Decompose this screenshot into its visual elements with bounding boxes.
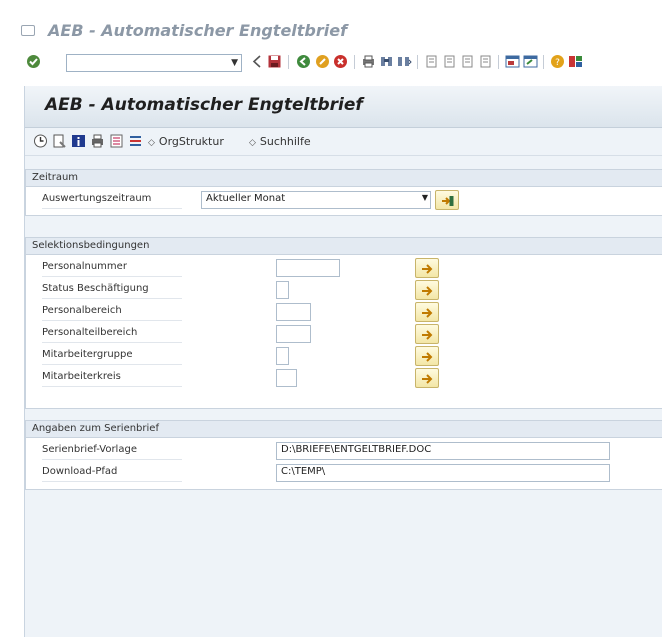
serienbrief-group: Angaben zum Serienbrief Serienbrief-Vorl… — [25, 420, 662, 490]
arrow-right-icon — [422, 264, 433, 274]
mitarbeitergruppe-label: Mitarbeitergruppe — [42, 348, 182, 365]
info-icon[interactable] — [71, 134, 86, 148]
find-icon[interactable] — [379, 54, 394, 69]
svg-text:?: ? — [555, 58, 560, 68]
print-icon[interactable] — [90, 134, 105, 148]
suchhilfe-button[interactable]: ◇ Suchhilfe — [249, 135, 311, 148]
system-toolbar: ▼ ? — [24, 49, 662, 83]
application-toolbar: ◇ OrgStruktur ◇ Suchhilfe — [25, 128, 662, 156]
selektion-group: Selektionsbedingungen Personalnummer Sta… — [25, 237, 662, 409]
help-icon[interactable]: ? — [550, 54, 565, 69]
chevron-down-icon[interactable]: ▼ — [231, 58, 238, 68]
separator — [498, 55, 499, 69]
diamond-icon: ◇ — [249, 138, 256, 148]
status-beschaeftigung-label: Status Beschäftigung — [42, 282, 182, 299]
cancel-icon[interactable] — [333, 54, 348, 69]
orgstruktur-label: OrgStruktur — [158, 135, 224, 148]
separator — [543, 55, 544, 69]
diamond-icon: ◇ — [148, 138, 155, 148]
window-title-bar: AEB - Automatischer Engteltbrief — [0, 0, 662, 46]
personalnummer-label: Personalnummer — [42, 260, 182, 277]
find-next-icon[interactable] — [397, 54, 412, 69]
next-page-icon[interactable] — [460, 54, 475, 69]
execute-icon[interactable] — [33, 134, 48, 148]
suchhilfe-label: Suchhilfe — [259, 135, 311, 148]
variant-icon[interactable] — [52, 134, 67, 148]
mitarbeiterkreis-input[interactable] — [276, 369, 297, 387]
selektion-header: Selektionsbedingungen — [26, 238, 662, 255]
personalbereich-label: Personalbereich — [42, 304, 182, 321]
arrow-right-icon — [422, 330, 433, 340]
shortcut-icon[interactable] — [523, 54, 538, 69]
personalteilbereich-label: Personalteilbereich — [42, 326, 182, 343]
previous-page-icon[interactable] — [442, 54, 457, 69]
window-icon — [21, 25, 35, 36]
orgstruktur-button[interactable]: ◇ OrgStruktur — [148, 135, 224, 148]
download-pfad-label: Download-Pfad — [42, 465, 182, 482]
first-page-icon[interactable] — [424, 54, 439, 69]
arrow-right-icon — [422, 308, 433, 318]
personalteilbereich-input[interactable] — [276, 325, 311, 343]
page-title: AEB - Automatischer Engteltbrief — [45, 95, 363, 115]
back-nav-icon[interactable] — [296, 54, 311, 69]
serienbrief-header: Angaben zum Serienbrief — [26, 421, 662, 438]
main-content: AEB - Automatischer Engteltbrief ◇ OrgStr… — [24, 86, 662, 637]
back-icon[interactable] — [250, 54, 265, 69]
exit-icon[interactable] — [315, 54, 330, 69]
zeitraum-group: Zeitraum Auswertungszeitraum Aktueller M… — [25, 169, 662, 216]
print-icon[interactable] — [361, 54, 376, 69]
title-band: AEB - Automatischer Engteltbrief — [25, 86, 662, 128]
last-page-icon[interactable] — [478, 54, 493, 69]
command-field[interactable]: ▼ — [66, 54, 242, 72]
layout-icon[interactable] — [128, 134, 143, 148]
personalbereich-input[interactable] — [276, 303, 311, 321]
status-beschaeftigung-input[interactable] — [276, 281, 289, 299]
personalnummer-input[interactable] — [276, 259, 340, 277]
window-title: AEB - Automatischer Engteltbrief — [48, 21, 348, 40]
auswertungszeitraum-label: Auswertungszeitraum — [42, 192, 182, 209]
arrow-right-icon — [422, 374, 433, 384]
mitarbeitergruppe-multi-button[interactable] — [415, 346, 439, 366]
zeitraum-header: Zeitraum — [26, 170, 662, 187]
personalbereich-multi-button[interactable] — [415, 302, 439, 322]
zeitraum-detail-button[interactable] — [435, 190, 459, 210]
auswertungszeitraum-value: Aktueller Monat — [206, 193, 286, 204]
mitarbeitergruppe-input[interactable] — [276, 347, 289, 365]
chevron-down-icon[interactable]: ▼ — [422, 193, 428, 202]
personalteilbereich-multi-button[interactable] — [415, 324, 439, 344]
arrow-right-icon — [422, 286, 433, 296]
multiple-selection-icon — [442, 196, 454, 206]
separator — [417, 55, 418, 69]
enter-check-icon[interactable] — [26, 54, 41, 69]
mitarbeiterkreis-multi-button[interactable] — [415, 368, 439, 388]
new-session-icon[interactable] — [505, 54, 520, 69]
customize-layout-icon[interactable] — [568, 54, 583, 69]
serienbrief-vorlage-label: Serienbrief-Vorlage — [42, 443, 182, 460]
separator — [354, 55, 355, 69]
auswertungszeitraum-select[interactable]: Aktueller Monat ▼ — [201, 191, 431, 209]
status-beschaeftigung-multi-button[interactable] — [415, 280, 439, 300]
personalnummer-multi-button[interactable] — [415, 258, 439, 278]
serienbrief-vorlage-input[interactable]: D:\BRIEFE\ENTGELTBRIEF.DOC — [276, 442, 610, 460]
separator — [288, 55, 289, 69]
save-icon[interactable] — [267, 54, 282, 69]
arrow-right-icon — [422, 352, 433, 362]
settings-icon[interactable] — [109, 134, 124, 148]
download-pfad-input[interactable]: C:\TEMP\ — [276, 464, 610, 482]
mitarbeiterkreis-label: Mitarbeiterkreis — [42, 370, 182, 387]
